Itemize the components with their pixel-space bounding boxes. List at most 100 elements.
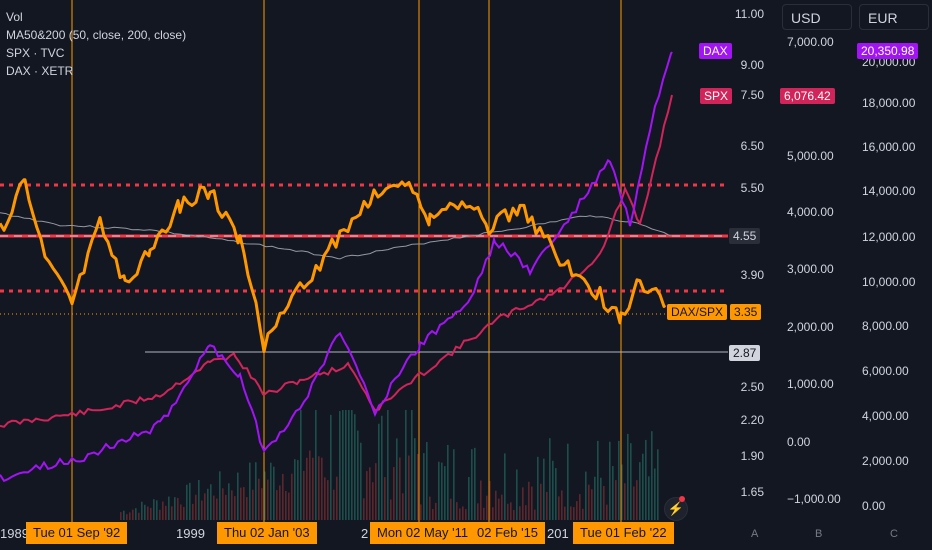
volume-bar xyxy=(363,498,365,520)
time-marker-tag: 02 Feb '15 xyxy=(470,522,546,544)
volume-bar xyxy=(231,490,233,520)
volume-bar xyxy=(519,506,521,520)
volume-bar xyxy=(399,457,401,520)
volume-bar xyxy=(276,490,278,520)
volume-bar xyxy=(501,494,503,520)
volume-bar xyxy=(207,488,209,520)
volume-bar xyxy=(507,503,509,520)
volume-bar xyxy=(504,453,506,520)
volume-bar xyxy=(585,471,587,520)
volume-bar xyxy=(132,509,134,520)
volume-bar xyxy=(423,453,425,520)
volume-bar xyxy=(198,479,200,520)
volume-bar xyxy=(153,499,155,520)
volume-bar xyxy=(528,481,530,520)
volume-bars xyxy=(120,410,659,520)
volume-bar xyxy=(639,462,641,520)
ratio-tick: 2.50 xyxy=(740,380,764,394)
volume-bar xyxy=(480,480,482,520)
volume-bar xyxy=(477,503,479,520)
volume-bar xyxy=(168,496,170,520)
volume-bar xyxy=(402,493,404,520)
usd-tick: 3,000.00 xyxy=(787,262,834,276)
volume-bar xyxy=(435,502,437,520)
ratio-tick: 1.90 xyxy=(740,449,764,463)
notification-dot xyxy=(679,496,685,502)
volume-bar xyxy=(222,488,224,520)
eur-tick: 16,000.00 xyxy=(862,140,916,154)
time-tick: 1999 xyxy=(176,526,205,541)
volume-bar xyxy=(192,503,194,520)
volume-bar xyxy=(441,462,443,520)
volume-bar xyxy=(309,450,311,520)
legend-spx[interactable]: SPX · TVC xyxy=(6,44,186,62)
volume-bar xyxy=(537,456,539,520)
usd-tick: 4,000.00 xyxy=(787,205,834,219)
dax-last-price-tag: 20,350.98 xyxy=(857,43,919,59)
volume-bar xyxy=(606,504,608,520)
legend-ma[interactable]: MA50&200 (50, close, 200, close) xyxy=(6,26,186,44)
volume-bar xyxy=(123,510,125,520)
volume-bar xyxy=(195,494,197,520)
volume-bar xyxy=(258,478,260,520)
volume-bar xyxy=(270,462,272,520)
volume-bar xyxy=(330,414,332,520)
volume-bar xyxy=(378,423,380,520)
horizontal-line-price-tag: 2.87 xyxy=(729,345,761,361)
eur-tick: 12,000.00 xyxy=(862,230,916,244)
volume-bar xyxy=(567,443,569,520)
volume-bar xyxy=(288,492,290,520)
volume-bar xyxy=(144,504,146,520)
volume-bar xyxy=(405,410,407,520)
volume-bar xyxy=(303,470,305,520)
volume-bar xyxy=(492,507,494,520)
volume-bar xyxy=(420,504,422,520)
volume-bar xyxy=(294,459,296,520)
time-tick: 2 xyxy=(361,526,369,541)
volume-bar xyxy=(381,415,383,520)
volume-bar xyxy=(135,508,137,520)
volume-bar xyxy=(594,476,596,520)
volume-bar xyxy=(297,460,299,520)
legend-vol[interactable]: Vol xyxy=(6,8,186,26)
volume-bar xyxy=(342,410,344,520)
volume-bar xyxy=(654,468,656,520)
time-tick: 201 xyxy=(547,526,569,541)
volume-bar xyxy=(174,497,176,520)
dax-line xyxy=(0,51,673,483)
volume-bar xyxy=(210,484,212,520)
volume-bar xyxy=(453,449,455,520)
volume-bar xyxy=(540,483,542,520)
time-tick: 1989 xyxy=(0,526,29,541)
volume-bar xyxy=(642,453,644,520)
scale-letter-c[interactable]: C xyxy=(890,528,898,540)
spx-last-price-tag: 6,076.42 xyxy=(780,88,835,104)
volume-bar xyxy=(267,479,269,520)
volume-bar xyxy=(354,414,356,520)
volume-bar xyxy=(180,504,182,520)
legend-dax[interactable]: DAX · XETR xyxy=(6,62,186,80)
volume-bar xyxy=(510,502,512,520)
eur-scale-button[interactable]: EUR xyxy=(859,4,929,30)
volume-bar xyxy=(432,509,434,520)
volume-bar xyxy=(201,500,203,520)
volume-bar xyxy=(375,463,377,520)
scale-letter-b[interactable]: B xyxy=(815,528,822,540)
volume-bar xyxy=(306,457,308,520)
volume-bar xyxy=(624,483,626,520)
usd-tick: −1,000.00 xyxy=(787,492,841,506)
volume-bar xyxy=(411,410,413,520)
volume-bar xyxy=(603,486,605,520)
usd-scale-button[interactable]: USD xyxy=(782,4,852,30)
spx-line xyxy=(0,94,673,428)
volume-bar xyxy=(417,453,419,520)
dax-spx-series-tag: DAX/SPX xyxy=(667,304,728,320)
volume-bar xyxy=(372,482,374,520)
scale-letter-a[interactable]: A xyxy=(751,528,758,540)
volume-bar xyxy=(165,505,167,520)
ratio-tick: 9.00 xyxy=(740,58,764,72)
volume-bar xyxy=(546,491,548,520)
volume-bar xyxy=(444,466,446,520)
volume-bar xyxy=(273,466,275,520)
volume-bar xyxy=(285,490,287,520)
